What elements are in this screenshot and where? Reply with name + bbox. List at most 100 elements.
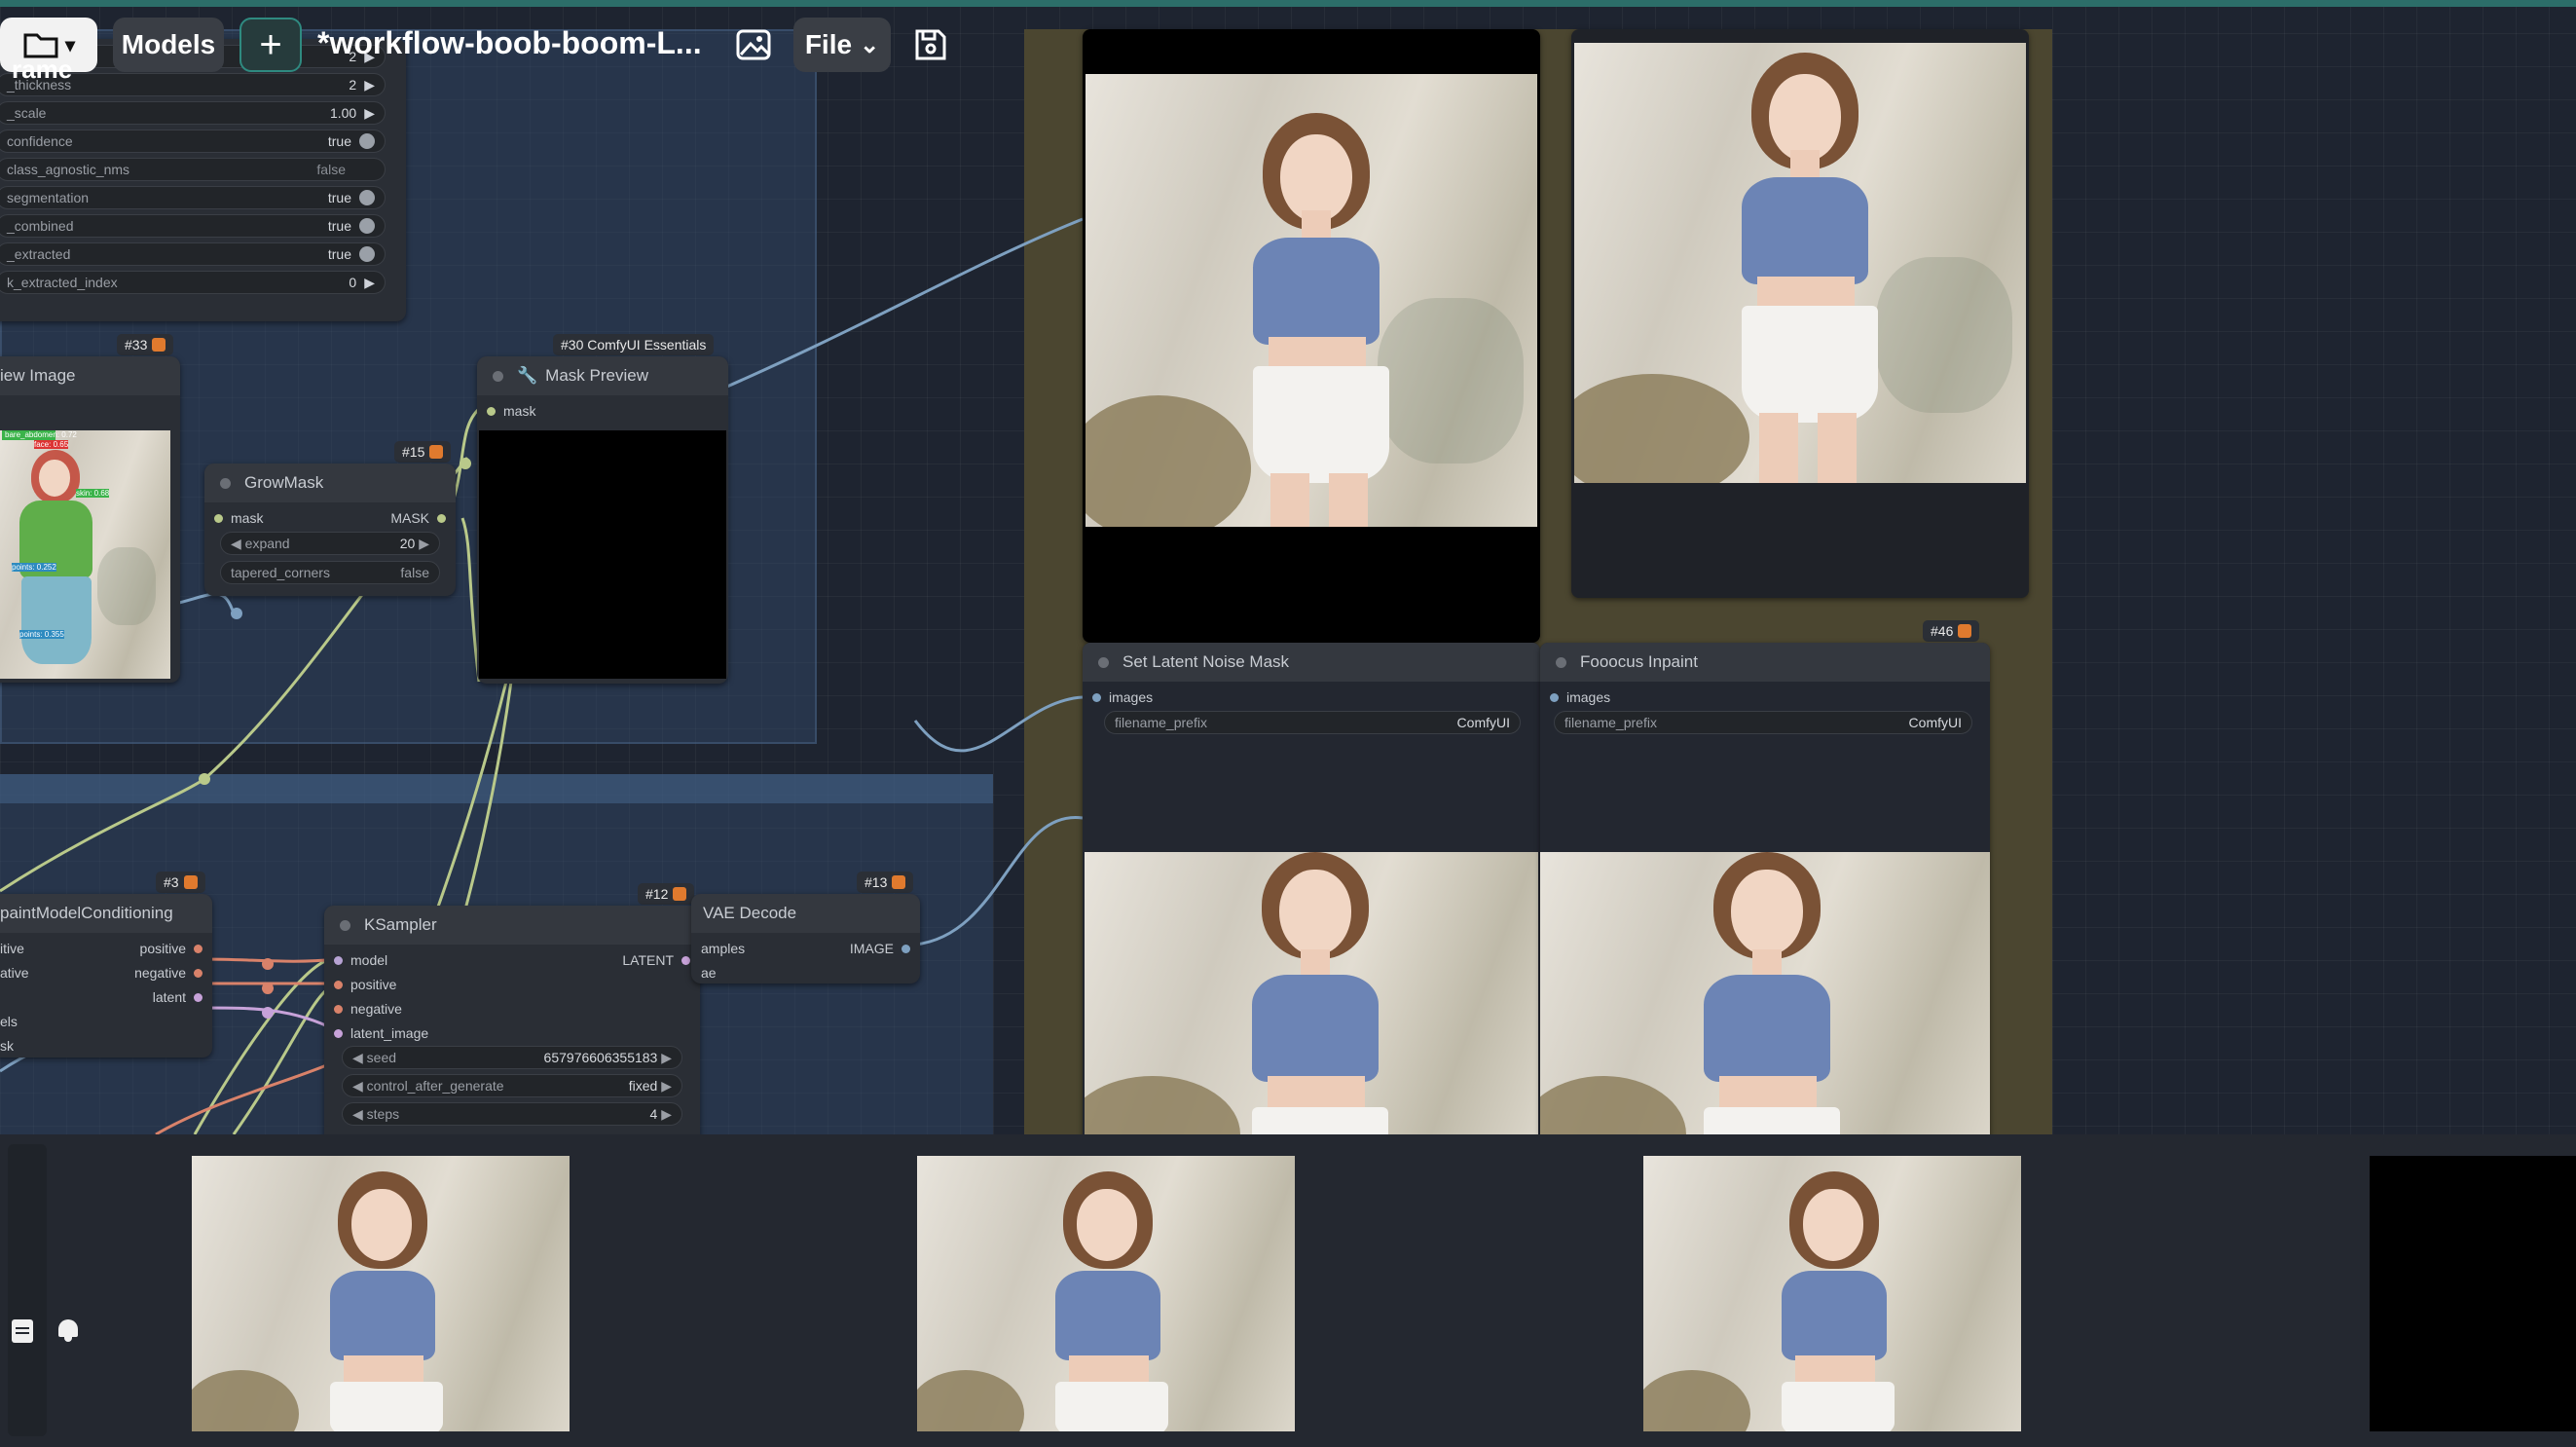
widget-value: true [327, 218, 351, 234]
image-button[interactable] [728, 18, 779, 72]
arrow-right-icon[interactable]: ▶ [364, 105, 375, 122]
mask-output-slot[interactable]: MASK [390, 510, 446, 526]
widget-value: 0 [349, 275, 357, 290]
seed-widget[interactable]: ◀ seed 657976606355183 ▶ [342, 1046, 682, 1069]
set-latent-noise-mask-node[interactable]: Set Latent Noise Mask images filename_pr… [1083, 643, 1540, 1134]
fooocus-title: Fooocus Inpaint [1580, 652, 1698, 671]
fooocus-inpaint-node[interactable]: Fooocus Inpaint images filename_prefix Co… [1540, 643, 1990, 1134]
detector-widget[interactable]: _extracted true [0, 242, 386, 266]
filename-prefix-widget[interactable]: filename_prefix ComfyUI [1104, 711, 1521, 734]
image-output-slot[interactable]: IMAGE [850, 941, 910, 956]
preview-image-node[interactable]: iew Image bare_abdomen: 0.72 face: 0.65 … [0, 356, 180, 683]
widget-label: confidence [7, 133, 73, 149]
preview-node-top-left[interactable] [1083, 29, 1540, 643]
queue-thumbnail[interactable] [1643, 1156, 2021, 1431]
images-input-slot[interactable]: images [1550, 689, 1610, 705]
collapse-dot[interactable] [493, 370, 503, 382]
detector-widget[interactable]: _scale 1.00 ▶ [0, 101, 386, 125]
mask-input-slot[interactable]: mask [214, 510, 263, 526]
save-button[interactable] [905, 18, 956, 72]
toggle-icon[interactable] [359, 246, 375, 262]
vae-decode-badge: #13 [857, 872, 914, 893]
latent-image-input-slot[interactable]: latent_image [334, 1025, 428, 1041]
positive-output-slot[interactable]: positive [140, 941, 202, 956]
toggle-icon[interactable] [359, 133, 375, 149]
latent-output-slot[interactable]: LATENT [622, 952, 690, 968]
mask-preview-image [479, 430, 726, 679]
det-label-5: points: 0.355 [19, 630, 64, 639]
mask-input-slot[interactable]: mask [487, 403, 535, 419]
positive-input-slot[interactable]: positive [334, 977, 396, 992]
models-button[interactable]: Models [113, 18, 224, 72]
widget-label: _combined [7, 218, 74, 234]
queue-side-strip [8, 1144, 47, 1436]
detector-widget[interactable]: k_extracted_index 0 ▶ [0, 271, 386, 294]
image-icon [736, 29, 771, 60]
queue-thumbnail-mask[interactable] [2370, 1156, 2576, 1431]
inpaint-cond-badge: #3 [156, 872, 205, 893]
collapse-dot[interactable] [220, 477, 231, 489]
add-workflow-button[interactable]: + [239, 18, 302, 72]
steps-widget[interactable]: ◀ steps 4 ▶ [342, 1102, 682, 1126]
control-after-generate-widget[interactable]: ◀ control_after_generate fixed ▶ [342, 1074, 682, 1097]
widget-label: k_extracted_index [7, 275, 118, 290]
overlay-label: rame [12, 55, 73, 84]
workflow-title[interactable]: *workflow-boob-boom-L... [317, 25, 702, 61]
arrow-right-icon[interactable]: ▶ [364, 77, 375, 93]
ksampler-title: KSampler [364, 915, 437, 934]
collapse-dot[interactable] [340, 919, 350, 931]
queue-thumbnail[interactable] [917, 1156, 1295, 1431]
output-image [1085, 852, 1538, 1134]
negative-output-slot[interactable]: negative [134, 965, 202, 981]
widget-value: true [327, 190, 351, 205]
growmask-node[interactable]: GrowMask mask MASK ◀ expand 20 ▶ tapered_… [204, 464, 456, 596]
fox-icon [892, 875, 906, 889]
filename-prefix-widget[interactable]: filename_prefix ComfyUI [1554, 711, 1972, 734]
mask-preview-title: Mask Preview [545, 366, 648, 385]
det-label-2: face: 0.65 [34, 440, 69, 449]
toggle-icon[interactable] [359, 218, 375, 234]
negative-input-slot[interactable]: negative [334, 1001, 402, 1017]
mask-preview-node[interactable]: 🔧 Mask Preview mask [477, 356, 728, 684]
output-image [1540, 852, 1990, 1134]
ksampler-node[interactable]: KSampler model LATENT positive negative l… [324, 906, 700, 1134]
output-image [1574, 43, 2026, 483]
fox-icon [183, 875, 198, 889]
arrow-right-icon[interactable]: ▶ [364, 275, 375, 291]
widget-value: true [327, 133, 351, 149]
chevron-down-icon: ▾ [64, 34, 76, 56]
det-label-4: points: 0.252 [12, 563, 56, 572]
tapered-corners-widget[interactable]: tapered_corners false [220, 561, 440, 584]
inpaint-conditioning-node[interactable]: paintModelConditioning itive positive ati… [0, 894, 212, 1057]
det-label-3: skin: 0.68 [76, 489, 110, 498]
queue-thumbnail[interactable] [192, 1156, 570, 1431]
save-icon [915, 29, 946, 60]
detector-widget[interactable]: segmentation true [0, 186, 386, 209]
queue-icon[interactable] [12, 1319, 33, 1343]
preview-node-top-right[interactable] [1571, 29, 2029, 598]
vae-decode-node[interactable]: VAE Decode amples IMAGE ae [691, 894, 920, 983]
file-menu-button[interactable]: File ⌄ [793, 18, 891, 72]
widget-label: class_agnostic_nms [7, 162, 130, 177]
collapse-dot[interactable] [1098, 656, 1109, 668]
ksampler-badge: #12 [638, 883, 695, 905]
growmask-badge: #15 [394, 441, 452, 463]
widget-value: 2 [349, 77, 357, 93]
collapse-dot[interactable] [1556, 656, 1566, 668]
bell-icon[interactable] [55, 1316, 82, 1345]
expand-widget[interactable]: ◀ expand 20 ▶ [220, 532, 440, 555]
images-input-slot[interactable]: images [1092, 689, 1153, 705]
detector-widget[interactable]: class_agnostic_nms false [0, 158, 386, 181]
fox-icon [429, 445, 444, 459]
growmask-title: GrowMask [244, 473, 324, 492]
fox-icon [152, 338, 166, 352]
toggle-icon[interactable] [359, 190, 375, 205]
fox-icon [673, 887, 687, 901]
detector-widget[interactable]: _combined true [0, 214, 386, 238]
vae-decode-title: VAE Decode [703, 904, 797, 922]
model-input-slot[interactable]: model [334, 952, 387, 968]
graph-canvas[interactable]: th...2▶_thickness2▶_scale1.00▶confidence… [0, 0, 2576, 1134]
detector-widget[interactable]: confidence true [0, 130, 386, 153]
latent-output-slot[interactable]: latent [153, 989, 202, 1005]
preview-image-badge: #33 [117, 334, 174, 355]
